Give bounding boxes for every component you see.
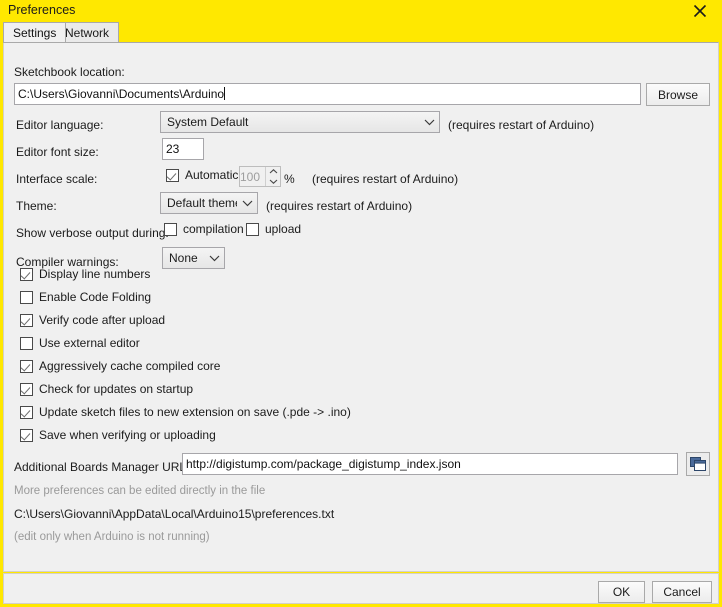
option-display-line-numbers[interactable]: Display line numbers [20,267,150,281]
checkbox-box [20,428,33,442]
option-label: Aggressively cache compiled core [39,359,221,373]
checkbox-box [20,267,33,281]
title-bar: Preferences [0,0,722,22]
sketchbook-location-label: Sketchbook location: [14,65,125,79]
editor-language-note: (requires restart of Arduino) [448,118,595,132]
interface-scale-value: 100 [240,169,261,184]
open-list-icon [690,456,706,471]
option-label: Enable Code Folding [39,290,152,304]
browse-button[interactable]: Browse [646,83,710,106]
checkbox-box [20,290,33,304]
verbose-compilation-label: compilation [183,222,244,236]
interface-scale-label: Interface scale: [16,172,98,186]
option-save-when-verifying-or-uploading[interactable]: Save when verifying or uploading [20,428,216,442]
tab-settings[interactable]: Settings [3,22,67,43]
window-title: Preferences [8,3,76,17]
theme-note: (requires restart of Arduino) [266,199,413,213]
checkbox-box [20,359,33,373]
compiler-warnings-value: None [169,251,198,265]
tab-network-label: Network [65,26,110,40]
sketchbook-location-input[interactable]: C:\Users\Giovanni\Documents\Arduino [14,83,641,105]
option-check-for-updates-on-startup[interactable]: Check for updates on startup [20,382,193,396]
option-label: Update sketch files to new extension on … [39,405,351,419]
editor-language-select[interactable]: System Default [160,111,440,133]
checkbox-box [20,382,33,396]
option-enable-code-folding[interactable]: Enable Code Folding [20,290,151,304]
option-use-external-editor[interactable]: Use external editor [20,336,140,350]
option-label: Verify code after upload [39,313,166,327]
editor-language-value: System Default [167,115,249,129]
theme-value: Default theme [167,196,237,210]
interface-scale-stepper[interactable]: 100 [239,166,281,187]
interface-scale-note: (requires restart of Arduino) [312,172,459,186]
chevron-down-icon [204,255,224,262]
option-label: Display line numbers [39,267,151,281]
option-label: Use external editor [39,336,140,350]
cancel-button-label: Cancel [663,585,701,599]
checkbox-box [246,222,259,236]
editor-font-size-input[interactable]: 23 [162,138,204,160]
option-update-sketch-files-extension[interactable]: Update sketch files to new extension on … [20,405,351,419]
verbose-output-label: Show verbose output during: [16,226,169,240]
theme-label: Theme: [16,199,57,213]
boards-manager-urls-input[interactable]: http://digistump.com/package_digistump_i… [182,453,678,475]
editor-language-label: Editor language: [16,118,104,132]
checkbox-box [20,313,33,327]
option-label: Save when verifying or uploading [39,428,216,442]
checkbox-box [164,222,177,236]
preferences-file-path: C:\Users\Giovanni\AppData\Local\Arduino1… [14,507,335,521]
editor-font-size-label: Editor font size: [16,145,99,159]
stepper-arrows-icon [265,167,280,186]
checkbox-box [20,336,33,350]
boards-manager-urls-expand-button[interactable] [686,452,710,476]
edit-only-note: (edit only when Arduino is not running) [14,531,210,543]
cancel-button[interactable]: Cancel [652,581,712,603]
dialog-button-bar: OK Cancel [3,573,719,604]
interface-scale-automatic-checkbox[interactable]: Automatic [166,168,238,182]
boards-manager-urls-label: Additional Boards Manager URLs: [14,460,196,474]
theme-select[interactable]: Default theme [160,192,258,214]
option-verify-code-after-upload[interactable]: Verify code after upload [20,313,165,327]
verbose-compilation-checkbox[interactable]: compilation [164,222,244,236]
verbose-upload-label: upload [265,222,302,236]
interface-scale-percent: % [284,172,295,186]
browse-button-label: Browse [657,87,698,102]
interface-scale-automatic-label: Automatic [185,168,239,182]
chevron-down-icon [237,200,257,207]
close-button[interactable] [678,0,722,22]
ok-button-label: OK [612,585,631,599]
option-aggressively-cache-compiled-core[interactable]: Aggressively cache compiled core [20,359,220,373]
ok-button[interactable]: OK [598,581,645,603]
settings-panel: Sketchbook location: C:\Users\Giovanni\D… [3,42,719,572]
close-icon [693,4,707,18]
option-label: Check for updates on startup [39,382,194,396]
checkbox-box [166,168,179,182]
checkbox-box [20,405,33,419]
more-preferences-note: More preferences can be edited directly … [14,485,266,497]
compiler-warnings-select[interactable]: None [162,247,225,269]
preferences-window: Preferences Settings Network Sketchbook … [0,0,722,607]
chevron-down-icon [419,119,439,126]
verbose-upload-checkbox[interactable]: upload [246,222,301,236]
tab-strip: Settings Network [3,22,719,43]
tab-settings-label: Settings [13,26,57,40]
